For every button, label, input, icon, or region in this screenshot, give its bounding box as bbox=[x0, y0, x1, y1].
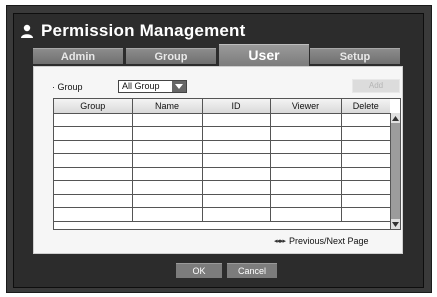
table-cell bbox=[202, 153, 271, 168]
table-row[interactable] bbox=[54, 126, 390, 141]
page-title: Permission Management bbox=[41, 21, 246, 40]
page-nav-label: Previous/Next Page bbox=[289, 236, 369, 246]
title-bar: Permission Management bbox=[19, 19, 319, 43]
page-arrows-icon[interactable]: ◂◂ ▸▸ bbox=[274, 237, 286, 245]
table-cell bbox=[202, 207, 271, 222]
table-cell bbox=[202, 194, 271, 208]
group-select-value: All Group bbox=[122, 81, 160, 91]
table-body bbox=[54, 113, 390, 222]
table-cell bbox=[54, 207, 133, 222]
user-panel: · Group All Group Add Group Name ID View… bbox=[33, 66, 403, 254]
scroll-down-icon[interactable] bbox=[391, 219, 400, 229]
table-cell bbox=[202, 113, 271, 127]
table-cell bbox=[270, 180, 342, 195]
ok-button[interactable]: OK bbox=[176, 263, 222, 278]
table-cell bbox=[132, 167, 203, 181]
group-label: · Group bbox=[52, 82, 83, 92]
table-cell bbox=[341, 167, 390, 181]
table-cell bbox=[54, 167, 133, 181]
col-id[interactable]: ID bbox=[202, 99, 271, 114]
scroll-up-icon[interactable] bbox=[391, 113, 400, 123]
table-row[interactable] bbox=[54, 207, 390, 222]
tab-user[interactable]: User bbox=[219, 44, 309, 66]
table-cell bbox=[341, 180, 390, 195]
table-cell bbox=[54, 194, 133, 208]
table-cell bbox=[54, 113, 133, 127]
table-cell bbox=[270, 167, 342, 181]
table-cell bbox=[54, 140, 133, 154]
table-cell bbox=[132, 207, 203, 222]
tab-group[interactable]: Group bbox=[126, 48, 216, 64]
table-scrollbar[interactable] bbox=[390, 113, 400, 229]
table-row[interactable] bbox=[54, 153, 390, 168]
table-cell bbox=[270, 194, 342, 208]
table-cell bbox=[341, 153, 390, 168]
table-cell bbox=[54, 126, 133, 141]
table-cell bbox=[202, 180, 271, 195]
table-cell bbox=[132, 194, 203, 208]
col-name[interactable]: Name bbox=[132, 99, 203, 114]
table-cell bbox=[270, 113, 342, 127]
table-row[interactable] bbox=[54, 194, 390, 208]
page-navigation[interactable]: ◂◂ ▸▸ Previous/Next Page bbox=[274, 236, 369, 246]
col-delete[interactable]: Delete bbox=[341, 99, 390, 114]
table-cell bbox=[270, 140, 342, 154]
table-row[interactable] bbox=[54, 167, 390, 181]
tab-bar: Admin Group User Setup bbox=[33, 44, 401, 66]
table-cell bbox=[341, 207, 390, 222]
user-table: Group Name ID Viewer Delete bbox=[53, 98, 401, 230]
table-cell bbox=[54, 180, 133, 195]
table-cell bbox=[270, 207, 342, 222]
table-row[interactable] bbox=[54, 180, 390, 195]
table-cell bbox=[132, 113, 203, 127]
col-group[interactable]: Group bbox=[54, 99, 133, 114]
table-cell bbox=[341, 194, 390, 208]
col-viewer[interactable]: Viewer bbox=[270, 99, 342, 114]
table-cell bbox=[202, 126, 271, 141]
add-button[interactable]: Add bbox=[352, 79, 400, 93]
table-cell bbox=[132, 140, 203, 154]
table-row[interactable] bbox=[54, 140, 390, 154]
group-select[interactable]: All Group bbox=[118, 80, 187, 93]
table-cell bbox=[341, 126, 390, 141]
table-cell bbox=[202, 140, 271, 154]
table-cell bbox=[132, 126, 203, 141]
table-header-row: Group Name ID Viewer Delete bbox=[54, 99, 390, 114]
cancel-button[interactable]: Cancel bbox=[227, 263, 277, 278]
table-cell bbox=[270, 126, 342, 141]
table-cell bbox=[270, 153, 342, 168]
table-row[interactable] bbox=[54, 113, 390, 127]
table-cell bbox=[132, 180, 203, 195]
table-cell bbox=[341, 140, 390, 154]
tab-admin[interactable]: Admin bbox=[33, 48, 123, 64]
tab-setup[interactable]: Setup bbox=[310, 48, 400, 64]
table-cell bbox=[132, 153, 203, 168]
user-icon bbox=[19, 23, 35, 39]
table-cell bbox=[202, 167, 271, 181]
chevron-down-icon[interactable] bbox=[172, 81, 186, 92]
table-cell bbox=[54, 153, 133, 168]
table-cell bbox=[341, 113, 390, 127]
